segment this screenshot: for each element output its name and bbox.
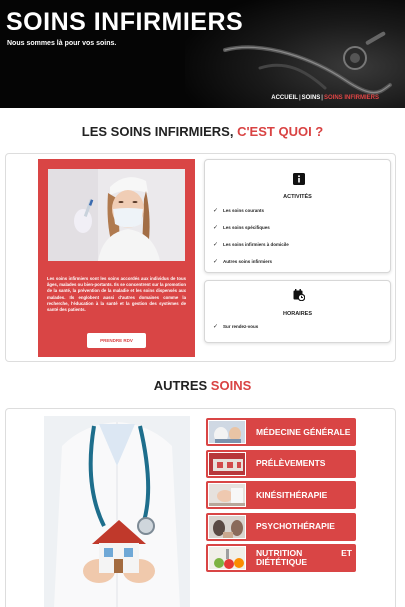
book-appointment-button[interactable]: PRENDRE RDV [87,333,146,348]
breadcrumb-current: SOINS INFIRMIERS [323,95,379,101]
section-title-accent: C'EST QUOI ? [237,124,324,139]
list-item: ✓ Les soins infirmiers à domicile [213,242,289,248]
activities-list: ✓ Les soins courants ✓ Les soins spécifiqu… [213,202,289,270]
stethoscope-image [223,31,392,95]
site-tagline: Nous sommes là pour vos soins. [7,40,117,47]
activities-box: ACTIVITÉS ✓ Les soins courants ✓ Les soins… [204,159,391,273]
doctor-house-photo [44,416,190,607]
section-title-main: LES SOINS INFIRMIERS, [81,124,234,139]
other-care-card: MÉDECINE GÉNÉRALE PRÉLÈVEMENTS KINÉSITHÉ… [5,408,396,607]
list-item: ✓ Sur rendez-vous [213,324,259,330]
other-care-list: MÉDECINE GÉNÉRALE PRÉLÈVEMENTS KINÉSITHÉ… [206,418,356,576]
care-item-label: PRÉLÈVEMENTS [256,458,326,468]
section-title-other-care: AUTRES SOINS [0,378,405,393]
nursing-description: Les soins infirmiers sont les soins acco… [47,276,186,313]
care-item-kinesitherapie[interactable]: KINÉSITHÉRAPIE [206,481,356,509]
hours-title: HORAIRES [282,311,313,317]
list-item: ✓ Autres soins infirmiers [213,259,273,265]
section-title-main: AUTRES [153,378,208,393]
breadcrumb-separator: | [298,95,301,101]
consultation-thumb [208,420,246,444]
check-icon: ✓ [213,225,219,231]
nursing-info-card: Les soins infirmiers sont les soins acco… [5,153,396,362]
page-header: SOINS INFIRMIERS Nous sommes là pour vos… [0,0,405,108]
site-title: SOINS INFIRMIERS [6,8,244,36]
section-title-what-is: LES SOINS INFIRMIERS, C'EST QUOI ? [0,124,405,139]
breadcrumb-separator: | [321,95,323,101]
care-item-medecine-generale[interactable]: MÉDECINE GÉNÉRALE [206,418,356,446]
breadcrumb: ACCUEIL|SOINS|SOINS INFIRMIERS [271,95,379,101]
care-item-psychotherapie[interactable]: PSYCHOTHÉRAPIE [206,512,356,541]
care-item-label: MÉDECINE GÉNÉRALE [256,426,351,437]
breadcrumb-soins-link[interactable]: SOINS [302,95,321,101]
section-title-accent: SOINS [210,378,252,393]
activities-title: ACTIVITÉS [283,194,312,200]
hours-list: ✓ Sur rendez-vous [213,318,258,335]
nutrition-thumb [208,546,246,570]
care-item-label: KINÉSITHÉRAPIE [256,489,328,500]
nursing-description-panel: Les soins infirmiers sont les soins acco… [38,159,195,357]
breadcrumb-home-link[interactable]: ACCUEIL [271,95,298,101]
physio-thumb [208,483,246,507]
list-item: ✓ Les soins courants [213,208,265,214]
sample-thumb [208,451,246,476]
info-icon [293,173,305,185]
care-item-label: PSYCHOTHÉRAPIE [256,521,335,531]
check-icon: ✓ [213,324,219,330]
therapy-thumb [208,514,246,539]
care-item-prelevements[interactable]: PRÉLÈVEMENTS [206,449,356,478]
care-item-nutrition[interactable]: NUTRITION ET DIÉTÉTIQUE [206,544,356,572]
check-icon: ✓ [213,259,219,265]
care-item-label: NUTRITION ET DIÉTÉTIQUE [256,548,352,567]
check-icon: ✓ [213,242,219,248]
check-icon: ✓ [213,208,219,214]
list-item: ✓ Les soins spécifiques [213,225,270,231]
hours-box: HORAIRES ✓ Sur rendez-vous [204,280,391,343]
clock-calendar-icon [293,289,305,301]
nurse-photo [48,169,185,261]
